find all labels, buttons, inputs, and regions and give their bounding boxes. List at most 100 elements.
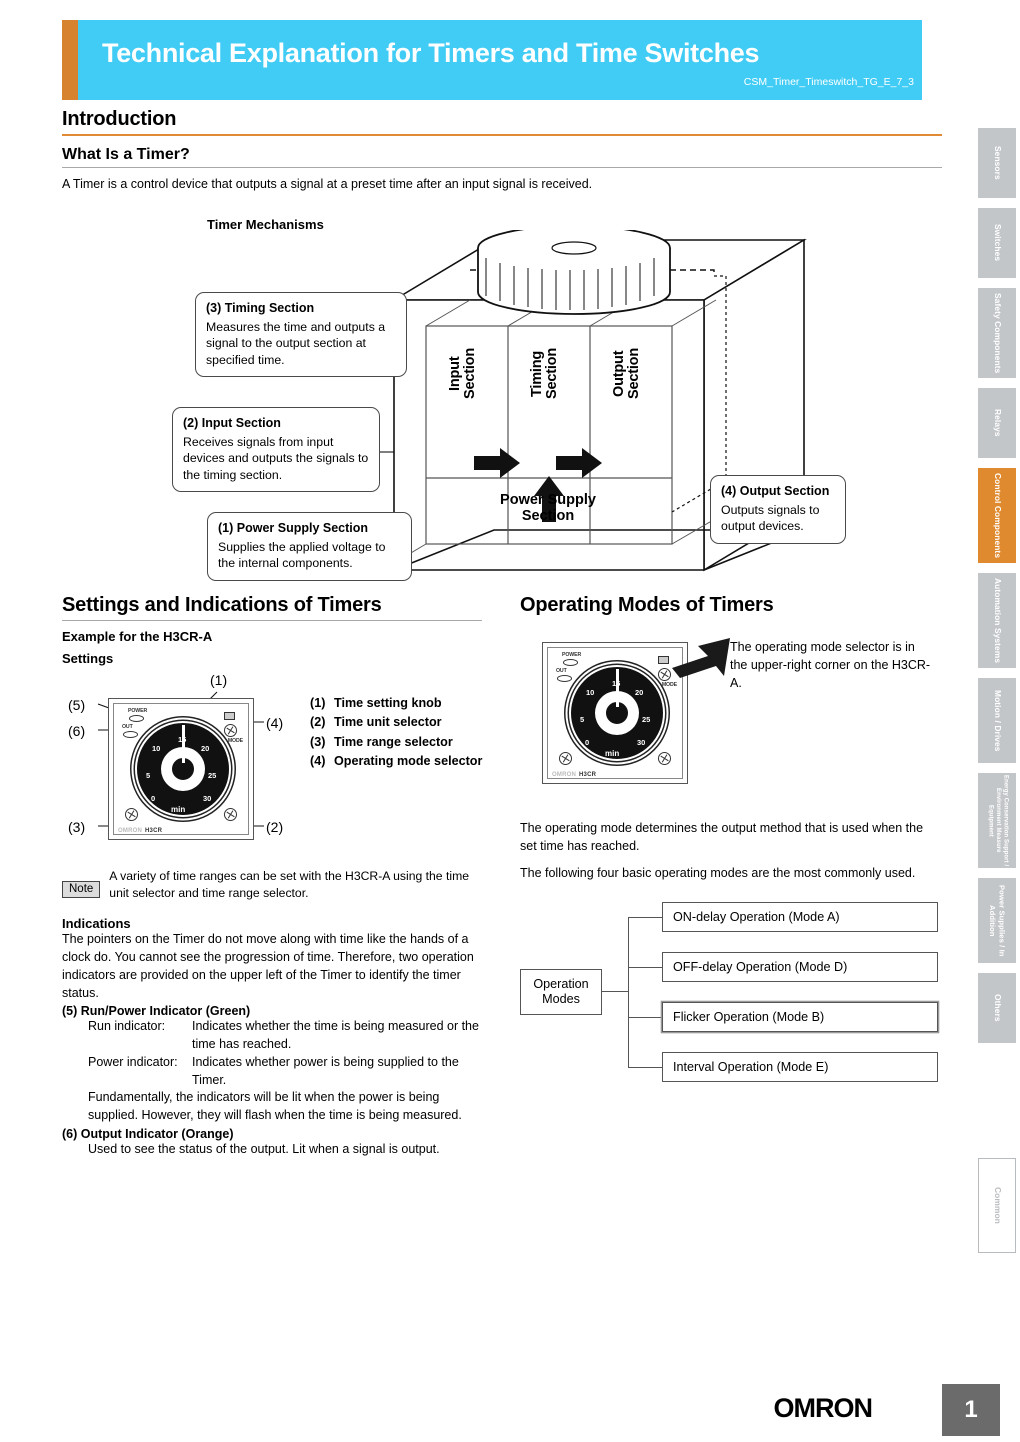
mode-square-indicator[interactable]: [224, 712, 235, 721]
tree-node-label-4: Interval Operation (Mode E): [673, 1060, 829, 1074]
tree-branch-2: [628, 967, 662, 969]
sidebar-tab-label-switches: Switches: [992, 224, 1003, 262]
lower-two-columns: Settings and Indications of Timers Examp…: [62, 594, 942, 1324]
tree-node-label-1: ON-delay Operation (Mode A): [673, 910, 840, 924]
sidebar-tab-common[interactable]: Common: [978, 1158, 1016, 1253]
sidebar-tab-label-safety-components: Safety Components: [992, 292, 1003, 374]
indications-block: Indications The pointers on the Timer do…: [62, 916, 482, 1158]
left-column: Settings and Indications of Timers Examp…: [62, 594, 482, 1159]
operation-modes-tree: Operation Modes ON-delay Operation (Mode…: [520, 897, 942, 1102]
right-column: Operating Modes of Timers POWER OUT MODE: [520, 594, 942, 1102]
document-code: CSM_Timer_Timeswitch_TG_E_7_3: [743, 76, 914, 88]
h3cr-a-timer-device: POWER OUT MODE 0 5 10 15 20 25 30 min OM…: [108, 698, 254, 841]
legend-row-2: (2) Time unit selector: [310, 713, 490, 732]
timing-section-label: Timing Section: [529, 347, 561, 399]
orange-divider: [62, 134, 942, 136]
item5-power-value: Indicates whether power is being supplie…: [192, 1054, 459, 1087]
callout-output-title: (4) Output Section: [721, 483, 830, 498]
indications-heading: Indications: [62, 916, 131, 932]
dial-number-20: 20: [201, 744, 210, 754]
sidebar-tab-label-others: Others: [992, 994, 1003, 1022]
sidebar-tab-safety-components[interactable]: Safety Components: [978, 288, 1016, 378]
tree-node-flicker[interactable]: Flicker Operation (Mode B): [662, 1002, 938, 1032]
settings-device-area: (1) (5) (6) (4) (3) (2) POWER OUT MODE 0…: [62, 672, 482, 862]
dial-number-10: 10: [152, 744, 161, 754]
legend-num-3: (3): [310, 734, 326, 749]
tree-trunk-vertical: [628, 917, 630, 1067]
dial-number-15: 15: [178, 735, 187, 745]
item5-run-value: Indicates whether the time is being meas…: [192, 1019, 479, 1052]
sidebar-tab-relays[interactable]: Relays: [978, 388, 1016, 458]
tree-node-label-2: OFF-delay Operation (Mode D): [673, 960, 848, 974]
sidebar-tab-energy-conservation[interactable]: Energy Conservation Support / Environmen…: [978, 773, 1016, 868]
sidebar-tab-sensors[interactable]: Sensors: [978, 128, 1016, 198]
callout-output-section: (4) Output Section Outputs signals to ou…: [710, 474, 846, 544]
input-section-label: Input Section: [447, 347, 479, 399]
operating-modes-heading: Operating Modes of Timers: [520, 593, 774, 616]
tree-node-off-delay[interactable]: OFF-delay Operation (Mode D): [662, 952, 938, 982]
output-section-label: Output Section: [611, 347, 643, 399]
dial-number-5: 5: [146, 771, 151, 781]
tree-node-on-delay[interactable]: ON-delay Operation (Mode A): [662, 902, 938, 932]
legend-label-2: Time unit selector: [334, 715, 442, 730]
tree-node-interval[interactable]: Interval Operation (Mode E): [662, 1052, 938, 1082]
sidebar-tab-control-components[interactable]: Control Components: [978, 468, 1016, 563]
settings-legend-list: (1) Time setting knob (2) Time unit sele…: [310, 694, 490, 771]
legend-num-2: (2): [310, 715, 326, 730]
tree-branch-1: [628, 917, 662, 919]
legend-label-4: Operating mode selector: [334, 753, 483, 768]
header-orange-accent: [62, 20, 78, 100]
legend-row-3: (3) Time range selector: [310, 733, 490, 752]
sidebar-tab-label-sensors: Sensors: [992, 146, 1003, 180]
item5-run-row: Run indicator: Indicates whether the tim…: [62, 1018, 482, 1054]
device-model-label: H3CR: [145, 828, 163, 835]
timer-mechanisms-diagram: Timer Mechanisms Input Section Timing Se…: [62, 202, 942, 592]
item5-power-row: Power indicator: Indicates whether power…: [62, 1054, 482, 1090]
dial-number-0: 0: [151, 794, 156, 804]
introduction-heading: Introduction: [62, 108, 177, 130]
sidebar-tab-automation-systems[interactable]: Automation Systems: [978, 573, 1016, 668]
sidebar-tab-switches[interactable]: Switches: [978, 208, 1016, 278]
sidebar-tab-label-power-supplies: Power Supplies / In Addition: [988, 884, 1007, 957]
legend-row-4: (4) Operating mode selector: [310, 752, 490, 771]
operating-device-area: POWER OUT MODE 0 5 10 15 20 25 30 min OM…: [520, 620, 942, 820]
indications-paragraph: The pointers on the Timer do not move al…: [62, 932, 474, 1000]
callout-power-supply-section: (1) Power Supply Section Supplies the ap…: [207, 511, 412, 581]
sidebar-tab-power-supplies[interactable]: Power Supplies / In Addition: [978, 878, 1016, 963]
legend-label-3: Time range selector: [334, 734, 453, 749]
dial-number-30: 30: [203, 794, 212, 804]
callout-input-text: Receives signals from input devices and …: [183, 434, 369, 482]
item6-text: Used to see the status of the output. Li…: [88, 1141, 440, 1156]
item6-title: (6) Output Indicator (Orange): [62, 1126, 234, 1141]
sidebar-tab-others[interactable]: Others: [978, 973, 1016, 1043]
settings-divider: [62, 619, 482, 622]
note-text: A variety of time ranges can be set with…: [109, 869, 469, 901]
note-badge: Note: [62, 881, 101, 899]
operating-paragraph-1: The operating mode determines the output…: [520, 820, 924, 853]
dial-pointer: [182, 725, 185, 764]
sidebar-tab-label-energy-conservation: Energy Conservation Support / Environmen…: [987, 774, 1009, 867]
callout-timing-section: (3) Timing Section Measures the time and…: [195, 291, 407, 378]
item5-title: (5) Run/Power Indicator (Green): [62, 1004, 251, 1019]
intro-paragraph: A Timer is a control device that outputs…: [62, 177, 593, 191]
settings-heading: Settings and Indications of Timers: [62, 593, 382, 616]
main-content: Introduction What Is a Timer? A Timer is…: [62, 108, 942, 1324]
tree-branch-4: [628, 1067, 662, 1069]
tree-root-label: Operation Modes: [533, 976, 589, 1006]
item5-extra-text: Fundamentally, the indicators will be li…: [88, 1090, 462, 1123]
device-brand-logo: OMRON: [118, 828, 142, 835]
callout-input-title: (2) Input Section: [183, 415, 281, 430]
mode-selector-note: The operating mode selector is in the up…: [730, 639, 931, 690]
callout-input-section: (2) Input Section Receives signals from …: [172, 406, 380, 493]
document-page: Technical Explanation for Timers and Tim…: [0, 0, 1020, 1442]
sidebar-tab-label-control-components: Control Components: [992, 472, 1003, 559]
settings-label: Settings: [62, 651, 114, 667]
sidebar-tab-motion-drives[interactable]: Motion / Drives: [978, 678, 1016, 763]
callout-power-title: (1) Power Supply Section: [218, 520, 369, 535]
callout-output-text: Outputs signals to output devices.: [721, 502, 820, 534]
legend-label-1: Time setting knob: [334, 696, 442, 711]
callout-power-text: Supplies the applied voltage to the inte…: [218, 539, 386, 571]
sidebar-tab-label-motion-drives: Motion / Drives: [992, 689, 1003, 752]
note-block: Note A variety of time ranges can be set…: [62, 868, 482, 902]
dial-number-25: 25: [208, 771, 217, 781]
